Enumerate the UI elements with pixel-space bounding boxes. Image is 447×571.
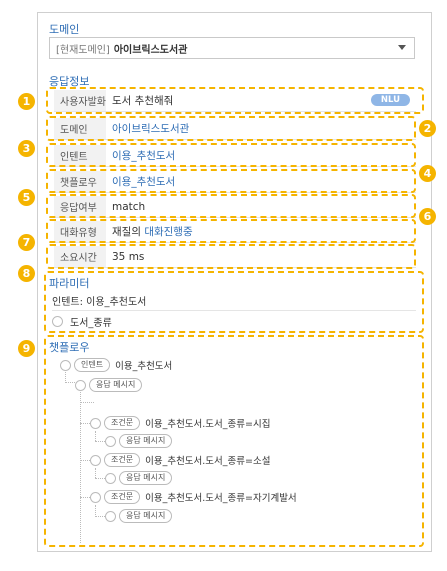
tree-node-condition[interactable]: 조건문 이용_추천도서.도서_종류=시집 bbox=[90, 415, 270, 431]
marker-1: 1 bbox=[18, 93, 35, 110]
node-tag: 조건문 bbox=[104, 453, 141, 467]
toggle-icon[interactable] bbox=[90, 491, 101, 503]
parameter-name: 도서_종류 bbox=[70, 317, 112, 329]
tree-node-intent[interactable]: 인텐트 이용_추천도서 bbox=[60, 357, 172, 373]
marker-4: 4 bbox=[419, 165, 436, 182]
toggle-icon[interactable] bbox=[105, 472, 116, 484]
marker-9: 9 bbox=[18, 340, 35, 357]
highlight-box bbox=[46, 143, 416, 167]
parameter-item[interactable]: 도서_종류 bbox=[52, 311, 416, 331]
marker-6: 6 bbox=[419, 208, 436, 225]
marker-7: 7 bbox=[18, 234, 35, 251]
toggle-icon[interactable] bbox=[90, 417, 101, 429]
chatflow-title: 챗플로우 bbox=[49, 341, 90, 354]
marker-5: 5 bbox=[18, 189, 35, 206]
node-tag: 응답 메시지 bbox=[119, 509, 173, 523]
marker-3: 3 bbox=[18, 140, 35, 157]
tree-node-condition[interactable]: 조건문 이용_추천도서.도서_종류=소설 bbox=[90, 452, 270, 468]
toggle-icon[interactable] bbox=[105, 510, 116, 522]
highlight-box bbox=[46, 116, 416, 141]
highlight-box bbox=[46, 219, 416, 243]
parameter-title: 파라미터 bbox=[49, 277, 90, 290]
toggle-icon[interactable] bbox=[75, 379, 86, 391]
node-text: 이용_추천도서 bbox=[115, 361, 173, 372]
tree-node-response[interactable]: 응답 메시지 bbox=[75, 377, 143, 393]
highlight-box bbox=[46, 87, 424, 114]
parameter-intent-line: 인텐트: 이용_추천도서 bbox=[52, 291, 416, 311]
chevron-down-icon bbox=[398, 45, 406, 50]
node-text: 이용_추천도서.도서_종류=자기계발서 bbox=[145, 493, 297, 504]
node-tag: 인텐트 bbox=[74, 358, 111, 372]
tree-node-response[interactable]: 응답 메시지 bbox=[105, 470, 173, 486]
tree-node-condition[interactable]: 조건문 이용_추천도서.도서_종류=자기계발서 bbox=[90, 489, 297, 505]
toggle-icon[interactable] bbox=[60, 359, 71, 371]
highlight-box bbox=[46, 194, 416, 218]
node-tag: 응답 메시지 bbox=[119, 434, 173, 448]
toggle-icon[interactable] bbox=[90, 454, 101, 466]
marker-8: 8 bbox=[18, 265, 35, 282]
node-tag: 응답 메시지 bbox=[89, 378, 143, 392]
node-text: 이용_추천도서.도서_종류=소설 bbox=[145, 456, 271, 467]
node-tag: 응답 메시지 bbox=[119, 471, 173, 485]
node-tag: 조건문 bbox=[104, 416, 141, 430]
parameter-intent-text: 인텐트: 이용_추천도서 bbox=[52, 297, 147, 308]
current-domain-label: [현재도메인] bbox=[56, 44, 110, 56]
current-domain-value: 아이브릭스도서관 bbox=[113, 44, 188, 56]
tree-node-response[interactable]: 응답 메시지 bbox=[105, 433, 173, 449]
node-tag: 조건문 bbox=[104, 490, 141, 504]
domain-select[interactable]: [현재도메인] 아이브릭스도서관 bbox=[49, 37, 415, 59]
highlight-box bbox=[46, 244, 416, 269]
highlight-box bbox=[46, 169, 416, 193]
radio-icon[interactable] bbox=[52, 315, 63, 327]
toggle-icon[interactable] bbox=[105, 435, 116, 447]
tree-node-response[interactable]: 응답 메시지 bbox=[105, 508, 173, 524]
domain-section-title: 도메인 bbox=[49, 23, 80, 36]
marker-2: 2 bbox=[419, 120, 436, 137]
node-text: 이용_추천도서.도서_종류=시집 bbox=[145, 419, 271, 430]
result-panel: 도메인 [현재도메인] 아이브릭스도서관 응답정보 사용자발화 도서 추천해줘 … bbox=[37, 12, 432, 552]
